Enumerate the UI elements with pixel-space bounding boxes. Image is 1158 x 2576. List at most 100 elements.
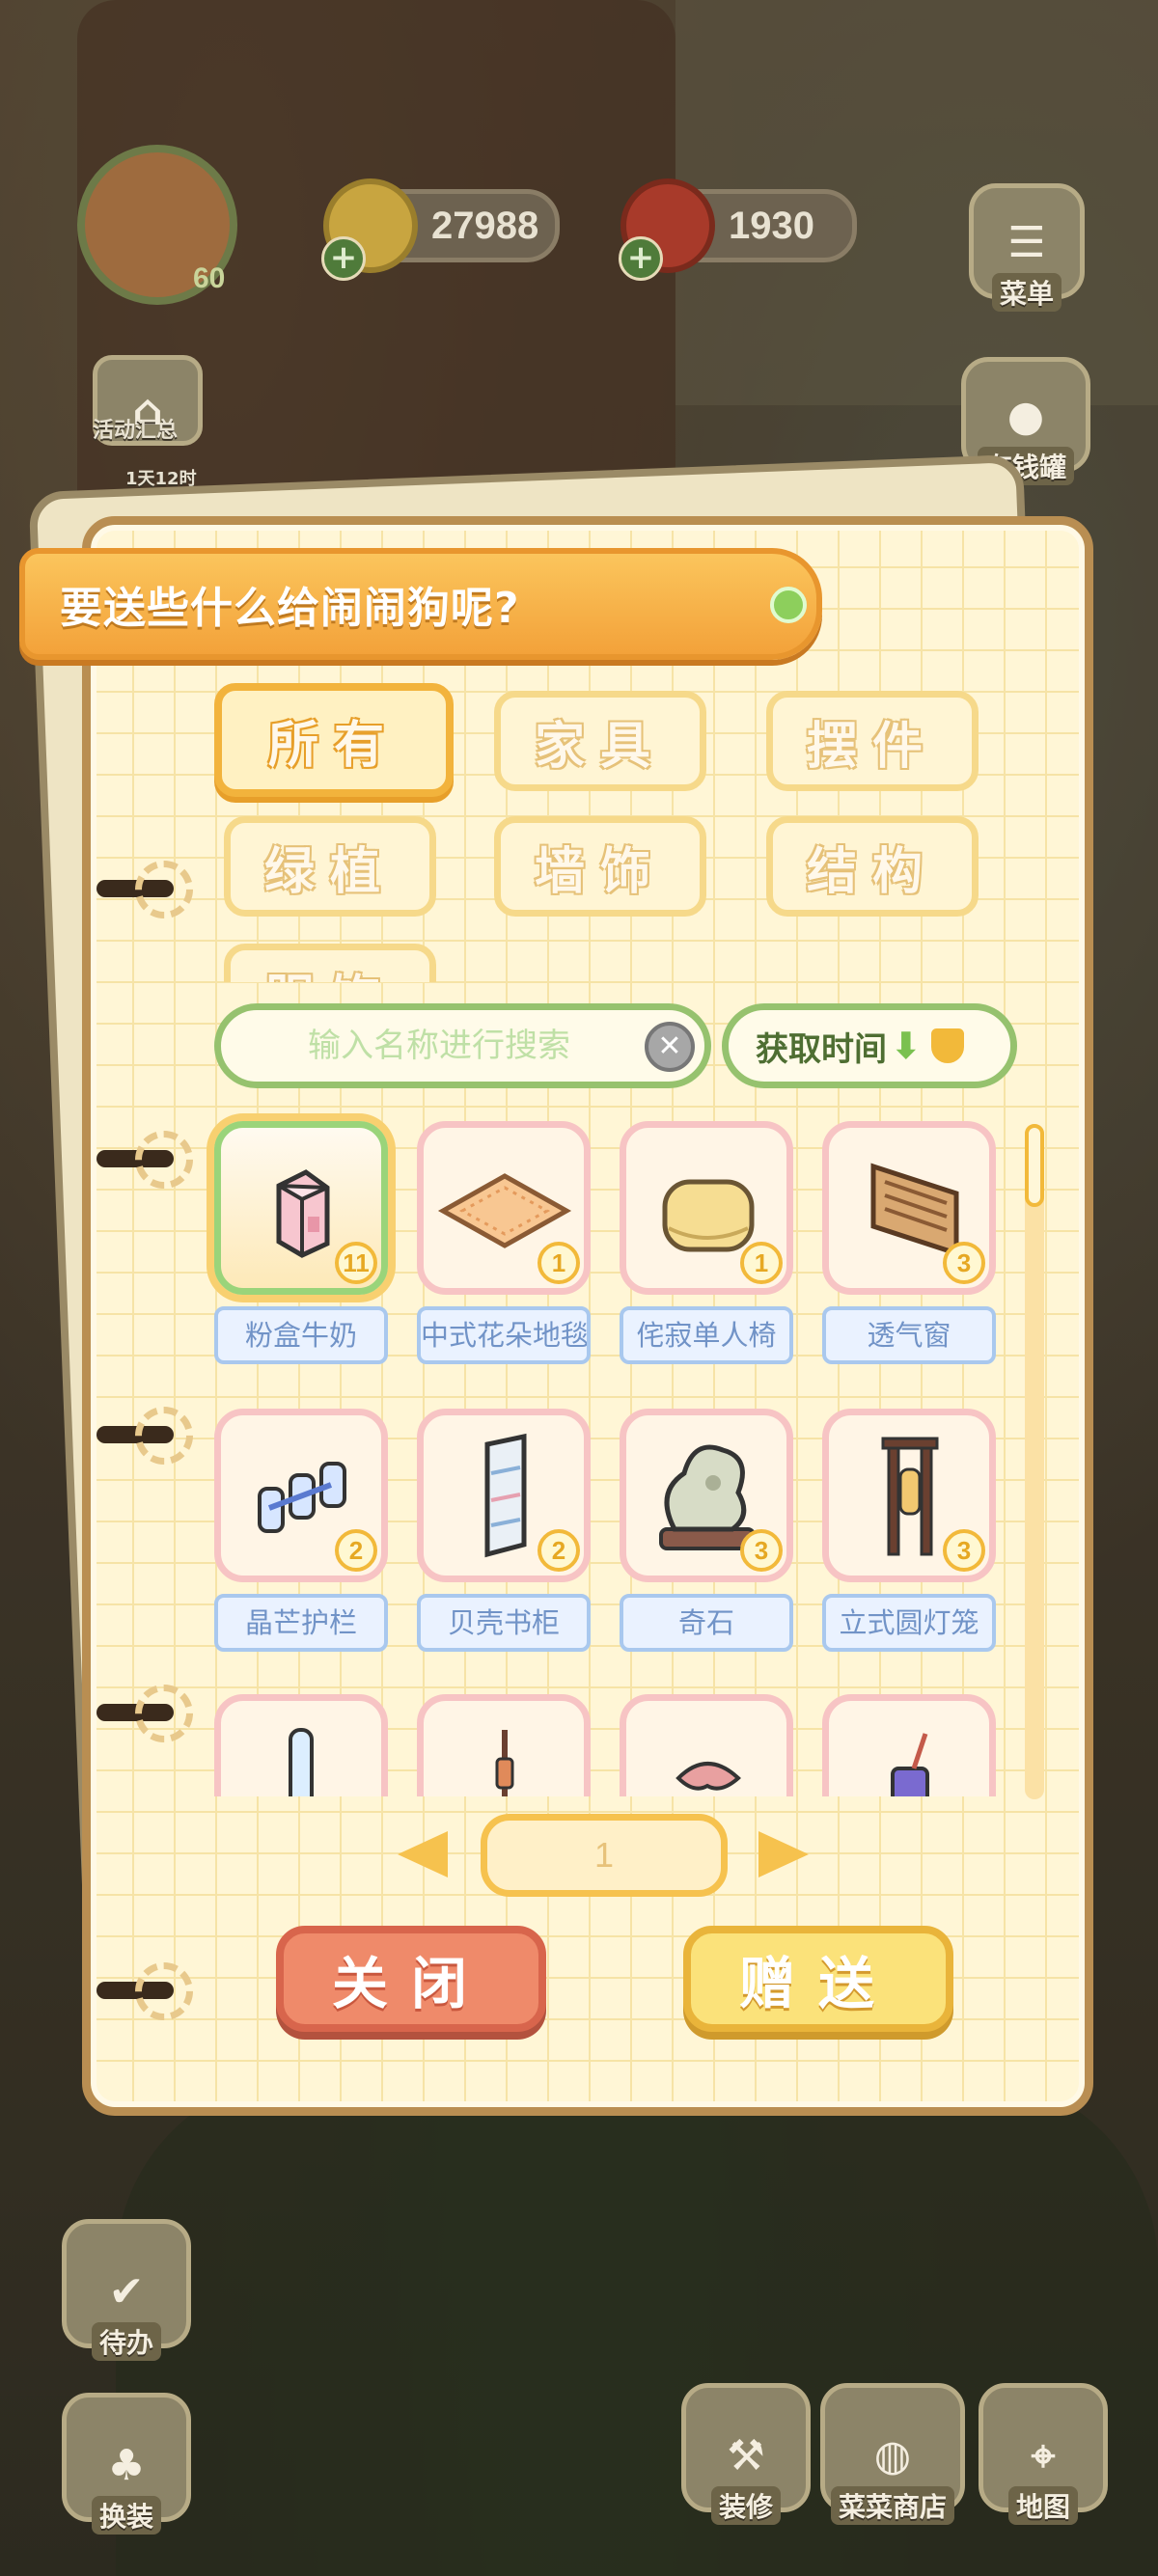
- add-food-button[interactable]: +: [619, 236, 663, 281]
- binder-ring: [96, 861, 203, 918]
- add-coins-button[interactable]: +: [321, 236, 366, 281]
- item-card[interactable]: 3 奇石: [620, 1409, 793, 1652]
- coin-amount: 27988: [431, 204, 539, 247]
- item-card[interactable]: [620, 1694, 793, 1796]
- todo-button[interactable]: ✔ 待办: [62, 2219, 191, 2361]
- item-slot[interactable]: 2: [417, 1409, 591, 1582]
- scroll-thumb[interactable]: [1025, 1124, 1044, 1207]
- item-slot[interactable]: 1: [620, 1121, 793, 1295]
- item-slot[interactable]: [822, 1694, 996, 1796]
- item-name: 粉盒牛奶: [214, 1306, 388, 1364]
- arrow-down-icon: ⬇: [891, 1025, 922, 1067]
- coin-counter: 27988 +: [321, 178, 560, 281]
- item-card[interactable]: 3 透气窗: [822, 1121, 996, 1364]
- item-count: 1: [538, 1242, 580, 1284]
- item-count: 3: [943, 1242, 985, 1284]
- prev-page-icon[interactable]: [398, 1831, 448, 1877]
- item-count: 3: [740, 1529, 783, 1572]
- search-input[interactable]: [306, 1026, 657, 1066]
- event-summary-label: 活动汇总: [93, 419, 179, 443]
- item-name: 立式圆灯笼: [822, 1594, 996, 1652]
- sort-button[interactable]: 获取时间 ⬇: [722, 1003, 1017, 1088]
- next-page-icon[interactable]: [758, 1831, 809, 1877]
- item-grid-scrollbar[interactable]: [1025, 1124, 1044, 1799]
- menu-button-label: 菜单: [991, 273, 1062, 312]
- item-slot[interactable]: 2: [214, 1409, 388, 1582]
- item-card[interactable]: [214, 1694, 388, 1796]
- food-amount: 1930: [729, 204, 814, 247]
- item-slot[interactable]: 11: [214, 1121, 388, 1295]
- map-button[interactable]: ⌖ 地图: [979, 2383, 1108, 2525]
- item-name: 奇石: [620, 1594, 793, 1652]
- binder-ring: [96, 1407, 203, 1465]
- search-box[interactable]: ✕: [214, 1003, 711, 1088]
- close-button[interactable]: 关闭: [276, 1926, 546, 2032]
- todo-label: 待办: [91, 2322, 161, 2361]
- item-name: 贝壳书柜: [417, 1594, 591, 1652]
- tab-ornaments[interactable]: 摆件: [766, 691, 979, 791]
- item-name: 侘寂单人椅: [620, 1306, 793, 1364]
- item-card[interactable]: [417, 1694, 591, 1796]
- tab-all[interactable]: 所有: [214, 683, 454, 797]
- item-slot[interactable]: 3: [620, 1409, 793, 1582]
- hammer-icon: ⚒: [727, 2431, 765, 2480]
- sort-label: 获取时间: [756, 1029, 887, 1069]
- decorate-label: 装修: [710, 2486, 781, 2525]
- item-slot[interactable]: [417, 1694, 591, 1796]
- item-slot[interactable]: [214, 1694, 388, 1796]
- item-slot[interactable]: [620, 1694, 793, 1796]
- item-count: 2: [335, 1529, 377, 1572]
- item-slot[interactable]: 3: [822, 1121, 996, 1295]
- tab-plants[interactable]: 绿植: [224, 816, 436, 917]
- dialog-title-banner: 要送些什么给闹闹狗呢?: [19, 548, 822, 660]
- dialog-title: 要送些什么给闹闹狗呢?: [60, 584, 520, 633]
- checklist-icon: ✔: [108, 2267, 145, 2316]
- coral-icon: [676, 1762, 741, 1791]
- menu-board-icon: ☰: [1007, 218, 1046, 267]
- piggybank-icon: ●: [1006, 392, 1045, 441]
- binder-ring: [96, 1685, 203, 1742]
- item-name: 晶芒护栏: [214, 1594, 388, 1652]
- item-name: 中式花朵地毯: [417, 1306, 591, 1364]
- item-grid[interactable]: 11 粉盒牛奶 1 中式花朵地毯 1 侘寂单人椅 3 透气窗 2 晶芒护栏 2 …: [199, 1111, 1009, 1796]
- decorate-button[interactable]: ⚒ 装修: [681, 2383, 811, 2525]
- item-slot[interactable]: 3: [822, 1409, 996, 1582]
- dressup-label: 换装: [91, 2496, 161, 2535]
- drink-cup-icon: [891, 1733, 929, 1796]
- item-card[interactable]: 11 粉盒牛奶: [214, 1121, 388, 1364]
- item-card[interactable]: 1 中式花朵地毯: [417, 1121, 591, 1364]
- food-counter: 1930 +: [619, 178, 857, 281]
- clear-search-icon[interactable]: ✕: [645, 1022, 695, 1072]
- lamp-stand-icon: [495, 1730, 514, 1796]
- item-card[interactable]: [822, 1694, 996, 1796]
- binder-ring: [96, 1131, 203, 1189]
- send-gift-button[interactable]: 赠送: [683, 1926, 953, 2032]
- player-level: 60: [193, 262, 226, 294]
- item-card[interactable]: 1 侘寂单人椅: [620, 1121, 793, 1364]
- item-count: 2: [538, 1529, 580, 1572]
- item-count: 3: [943, 1529, 985, 1572]
- item-count: 11: [335, 1242, 377, 1284]
- banner-dot-icon: [770, 587, 807, 623]
- menu-button[interactable]: ☰ 菜单: [969, 183, 1085, 312]
- tab-structure[interactable]: 结构: [766, 816, 979, 917]
- tab-furniture[interactable]: 家具: [494, 691, 706, 791]
- item-name: 透气窗: [822, 1306, 996, 1364]
- binder-ring: [96, 1962, 203, 2020]
- shop-label: 菜菜商店: [830, 2486, 954, 2525]
- sort-order-icon: [930, 1028, 964, 1063]
- map-icon: ⌖: [1031, 2431, 1056, 2480]
- item-card[interactable]: 3 立式圆灯笼: [822, 1409, 996, 1652]
- item-count: 1: [740, 1242, 783, 1284]
- shop-button[interactable]: ◍ 菜菜商店: [820, 2383, 965, 2525]
- item-card[interactable]: 2 贝壳书柜: [417, 1409, 591, 1652]
- wardrobe-icon: ♣: [107, 2441, 146, 2490]
- tab-clothing-partial[interactable]: 服饰: [224, 944, 440, 982]
- tab-clothing[interactable]: 服饰: [224, 944, 436, 982]
- page-number: 1: [481, 1814, 728, 1897]
- item-card[interactable]: 2 晶芒护栏: [214, 1409, 388, 1652]
- tab-wall-decor[interactable]: 墙饰: [494, 816, 706, 917]
- map-label: 地图: [1007, 2486, 1078, 2525]
- item-slot[interactable]: 1: [417, 1121, 591, 1295]
- dressup-button[interactable]: ♣ 换装: [62, 2393, 191, 2535]
